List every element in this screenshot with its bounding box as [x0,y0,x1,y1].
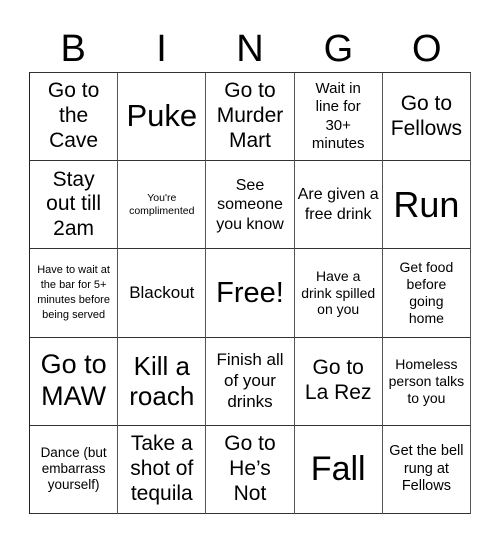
cell-text: Have a drink spilled on you [301,267,376,318]
bingo-cell[interactable]: Have to wait at the bar for 5+ minutes b… [30,249,119,338]
header-letter-o: O [411,28,442,70]
header-letter-n: N [236,28,264,70]
bingo-cell[interactable]: Go to Murder Mart [206,73,295,162]
cell-text: Go to Murder Mart [216,79,284,152]
bingo-cell[interactable]: Fall [294,425,383,514]
cell-text: Stay out till 2am [46,167,102,241]
header-letter-b: B [60,28,86,70]
cell-text: Are given a free drink [297,186,379,223]
cell-text: Go to MAW [40,349,107,412]
bingo-cell[interactable]: Puke [118,73,207,162]
cell-text: Puke [126,98,198,134]
bingo-cell[interactable]: Free! [206,249,295,338]
bingo-cell[interactable]: Go to He’s Not [206,425,295,514]
cell-text: Go to He’s Not [224,432,276,505]
cell-text: Go to the Cave [47,79,100,152]
cell-text: Get food before going home [399,259,454,326]
bingo-cell[interactable]: Are given a free drink [294,161,383,250]
cell-text: Fall [310,450,366,489]
header-letter-g: G [323,28,354,70]
bingo-cell[interactable]: Have a drink spilled on you [294,249,383,338]
cell-text: Go to Fellows [390,91,462,140]
cell-text: Take a shot of tequila [130,432,194,505]
bingo-cell[interactable]: Take a shot of tequila [118,425,207,514]
bingo-cell[interactable]: You're complimented [118,161,207,250]
cell-text: See someone you know [216,176,284,233]
bingo-card-grid: Go to the Cave Puke Go to Murder Mart Wa… [29,72,471,514]
bingo-cell[interactable]: Go to MAW [30,337,119,426]
bingo-cell[interactable]: Wait in line for 30+ minutes [294,73,383,162]
cell-text: Have to wait at the bar for 5+ minutes b… [37,263,110,322]
bingo-cell[interactable]: Run [382,161,471,250]
bingo-cell[interactable]: Stay out till 2am [30,161,119,250]
bingo-cell[interactable]: Get food before going home [382,249,471,338]
bingo-cell[interactable]: Kill a roach [118,337,207,426]
bingo-cell[interactable]: Go to the Cave [30,73,119,162]
bingo-cell[interactable]: See someone you know [206,161,295,250]
bingo-cell[interactable]: Dance (but embarrass yourself) [30,425,119,514]
cell-text: Get the bell rung at Fellows [389,443,464,495]
cell-text: Run [393,183,460,225]
bingo-cell[interactable]: Go to La Rez [294,337,383,426]
cell-text: Free! [216,276,284,309]
cell-text: Wait in line for 30+ minutes [311,80,365,152]
bingo-cell[interactable]: Homeless person talks to you [382,337,471,426]
bingo-cell[interactable]: Finish all of your drinks [206,337,295,426]
bingo-cell[interactable]: Blackout [118,249,207,338]
cell-text: Finish all of your drinks [216,350,284,411]
cell-text: Dance (but embarrass yourself) [40,445,107,493]
cell-text: Homeless person talks to you [388,356,465,406]
bingo-cell[interactable]: Get the bell rung at Fellows [382,425,471,514]
cell-text: Kill a roach [129,350,195,412]
cell-text: Go to La Rez [304,356,372,405]
bingo-cell[interactable]: Go to Fellows [382,73,471,162]
bingo-header: B I N G O [29,26,471,72]
cell-text: Blackout [129,282,195,302]
header-letter-i: I [156,28,167,70]
cell-text: You're complimented [129,192,195,217]
